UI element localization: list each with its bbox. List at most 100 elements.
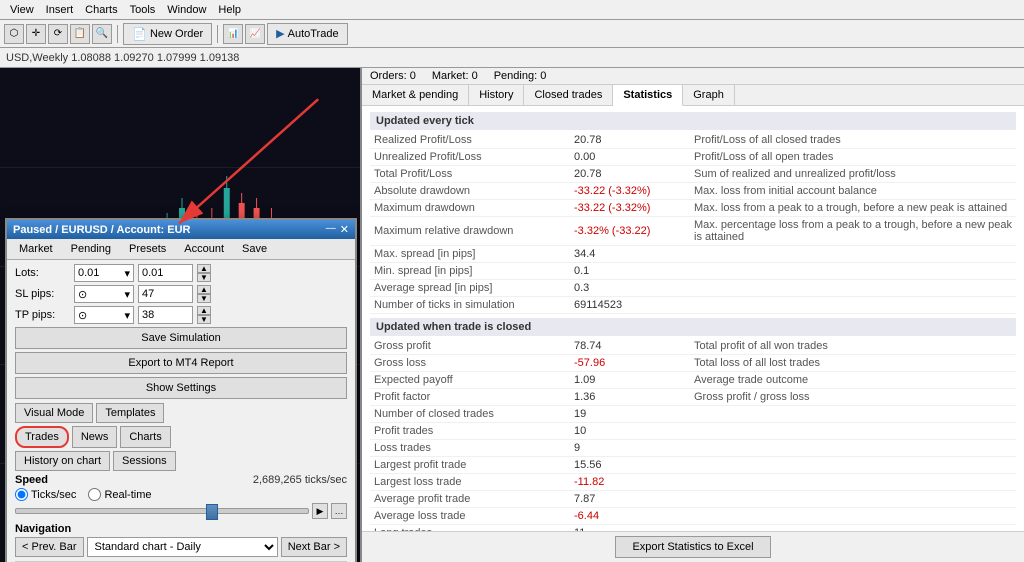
stats-topbar: Orders: 0 Market: 0 Pending: 0 <box>362 68 1024 85</box>
table-row: Average spread [in pips] 0.3 <box>370 280 1016 297</box>
submenu-pending[interactable]: Pending <box>63 241 119 257</box>
market-info: Market: 0 <box>432 70 478 82</box>
section2-header: Updated when trade is closed <box>370 318 1016 336</box>
tab-charts[interactable]: Charts <box>120 426 170 448</box>
speed-value: 2,689,265 ticks/sec <box>253 474 347 486</box>
stats-tabs: Market & pending History Closed trades S… <box>362 85 1024 106</box>
lots-dropdown[interactable]: 0.01▾ <box>74 264 134 282</box>
submenu-account[interactable]: Account <box>176 241 232 257</box>
sl-label: SL pips: <box>15 288 70 300</box>
table-row: Unrealized Profit/Loss 0.00 Profit/Loss … <box>370 149 1016 166</box>
lots-input[interactable] <box>138 264 193 282</box>
navigation-label: Navigation <box>15 523 347 535</box>
new-order-button[interactable]: 📄 New Order <box>123 23 212 45</box>
dialog-minimize[interactable]: — <box>326 223 336 236</box>
tab-history[interactable]: History <box>469 85 524 105</box>
toolbar-icon-2[interactable]: ✛ <box>26 24 46 44</box>
toolbar-icon-chart1[interactable]: 📊 <box>223 24 243 44</box>
chart-dropdown[interactable]: Standard chart - Daily <box>87 537 278 557</box>
lots-up[interactable]: ▲ <box>197 264 211 273</box>
dialog-close[interactable]: ✕ <box>340 223 349 236</box>
sl-input[interactable] <box>138 285 193 303</box>
dialog-form: Lots: 0.01▾ ▲ ▼ SL pips: ⊙▾ <box>7 260 355 562</box>
radio-group: Ticks/sec Real-time <box>15 488 347 501</box>
pending-info: Pending: 0 <box>494 70 547 82</box>
tab-visual-mode[interactable]: Visual Mode <box>15 403 93 423</box>
table-row: Average profit trade 7.87 <box>370 491 1016 508</box>
autotrade-icon: ▶ <box>276 27 284 40</box>
toolbar-icon-3[interactable]: ⟳ <box>48 24 68 44</box>
tab-row-3: History on chart Sessions <box>15 451 347 471</box>
radio-ticks[interactable]: Ticks/sec <box>15 488 76 501</box>
slider-right-btn[interactable]: ▶ <box>312 503 328 519</box>
toolbar-icon-chart2[interactable]: 📈 <box>245 24 265 44</box>
toolbar-icon-1[interactable]: ⬡ <box>4 24 24 44</box>
export-bar: Export Statistics to Excel <box>362 531 1024 562</box>
slider-row: ▶ … <box>15 503 347 519</box>
menu-tools[interactable]: Tools <box>124 4 162 16</box>
menu-charts[interactable]: Charts <box>79 4 123 16</box>
nav-row: < Prev. Bar Standard chart - Daily Next … <box>15 537 347 557</box>
menu-window[interactable]: Window <box>161 4 212 16</box>
menu-help[interactable]: Help <box>212 4 247 16</box>
slider-thumb[interactable] <box>206 504 218 520</box>
tab-row-1: Visual Mode Templates <box>15 403 347 423</box>
table-row: Max. spread [in pips] 34.4 <box>370 246 1016 263</box>
table-row: Number of ticks in simulation 69114523 <box>370 297 1016 314</box>
autotrade-button[interactable]: ▶ AutoTrade <box>267 23 347 45</box>
tab-history-on-chart[interactable]: History on chart <box>15 451 110 471</box>
save-simulation-button[interactable]: Save Simulation <box>15 327 347 349</box>
tab-news[interactable]: News <box>72 426 118 448</box>
address-bar: USD,Weekly 1.08088 1.09270 1.07999 1.091… <box>0 48 1024 68</box>
tab-templates[interactable]: Templates <box>96 403 164 423</box>
next-bar-button[interactable]: Next Bar > <box>281 537 347 557</box>
show-settings-button[interactable]: Show Settings <box>15 377 347 399</box>
top-menu-bar: View Insert Charts Tools Window Help <box>0 0 1024 20</box>
chart-panel: Paused / EURUSD / Account: EUR — ✕ Marke… <box>0 68 362 562</box>
radio-realtime[interactable]: Real-time <box>88 488 151 501</box>
tab-graph[interactable]: Graph <box>683 85 735 105</box>
sl-up[interactable]: ▲ <box>197 285 211 294</box>
submenu-save[interactable]: Save <box>234 241 275 257</box>
tab-statistics[interactable]: Statistics <box>613 85 683 106</box>
new-order-icon: 📄 <box>132 27 147 41</box>
slider-more-btn[interactable]: … <box>331 503 347 519</box>
dialog-titlebar: Paused / EURUSD / Account: EUR — ✕ <box>7 220 355 239</box>
tab-sessions[interactable]: Sessions <box>113 451 176 471</box>
toolbar-sep1 <box>117 25 118 43</box>
tab-trades[interactable]: Trades <box>15 426 69 448</box>
lots-row: Lots: 0.01▾ ▲ ▼ <box>15 264 347 282</box>
tp-down[interactable]: ▼ <box>197 315 211 324</box>
speed-label: Speed <box>15 474 48 486</box>
table-row: Min. spread [in pips] 0.1 <box>370 263 1016 280</box>
export-mt4-button[interactable]: Export to MT4 Report <box>15 352 347 374</box>
tp-label: TP pips: <box>15 309 70 321</box>
stats-table-1: Realized Profit/Loss 20.78 Profit/Loss o… <box>370 132 1016 314</box>
prev-bar-button[interactable]: < Prev. Bar <box>15 537 84 557</box>
table-row: Maximum drawdown -33.22 (-3.32%) Max. lo… <box>370 200 1016 217</box>
sl-down[interactable]: ▼ <box>197 294 211 303</box>
tp-dropdown[interactable]: ⊙▾ <box>74 306 134 324</box>
table-row: Maximum relative drawdown -3.32% (-33.22… <box>370 217 1016 246</box>
slider-track[interactable] <box>15 508 309 514</box>
export-stats-button[interactable]: Export Statistics to Excel <box>615 536 770 558</box>
submenu-market[interactable]: Market <box>11 241 61 257</box>
toolbar: ⬡ ✛ ⟳ 📋 🔍 📄 New Order 📊 📈 ▶ AutoTrade <box>0 20 1024 48</box>
stats-table-2: Gross profit 78.74 Total profit of all w… <box>370 338 1016 531</box>
sl-dropdown[interactable]: ⊙▾ <box>74 285 134 303</box>
table-row: Largest profit trade 15.56 <box>370 457 1016 474</box>
table-row: Profit trades 10 <box>370 423 1016 440</box>
tp-input[interactable] <box>138 306 193 324</box>
tab-closed-trades[interactable]: Closed trades <box>524 85 613 105</box>
table-row: Absolute drawdown -33.22 (-3.32%) Max. l… <box>370 183 1016 200</box>
orders-info: Orders: 0 <box>370 70 416 82</box>
menu-view[interactable]: View <box>4 4 40 16</box>
tp-up[interactable]: ▲ <box>197 306 211 315</box>
toolbar-sep2 <box>217 25 218 43</box>
toolbar-icon-4[interactable]: 📋 <box>70 24 90 44</box>
menu-insert[interactable]: Insert <box>40 4 80 16</box>
tab-market-pending[interactable]: Market & pending <box>362 85 469 105</box>
toolbar-icon-5[interactable]: 🔍 <box>92 24 112 44</box>
submenu-presets[interactable]: Presets <box>121 241 174 257</box>
lots-down[interactable]: ▼ <box>197 273 211 282</box>
